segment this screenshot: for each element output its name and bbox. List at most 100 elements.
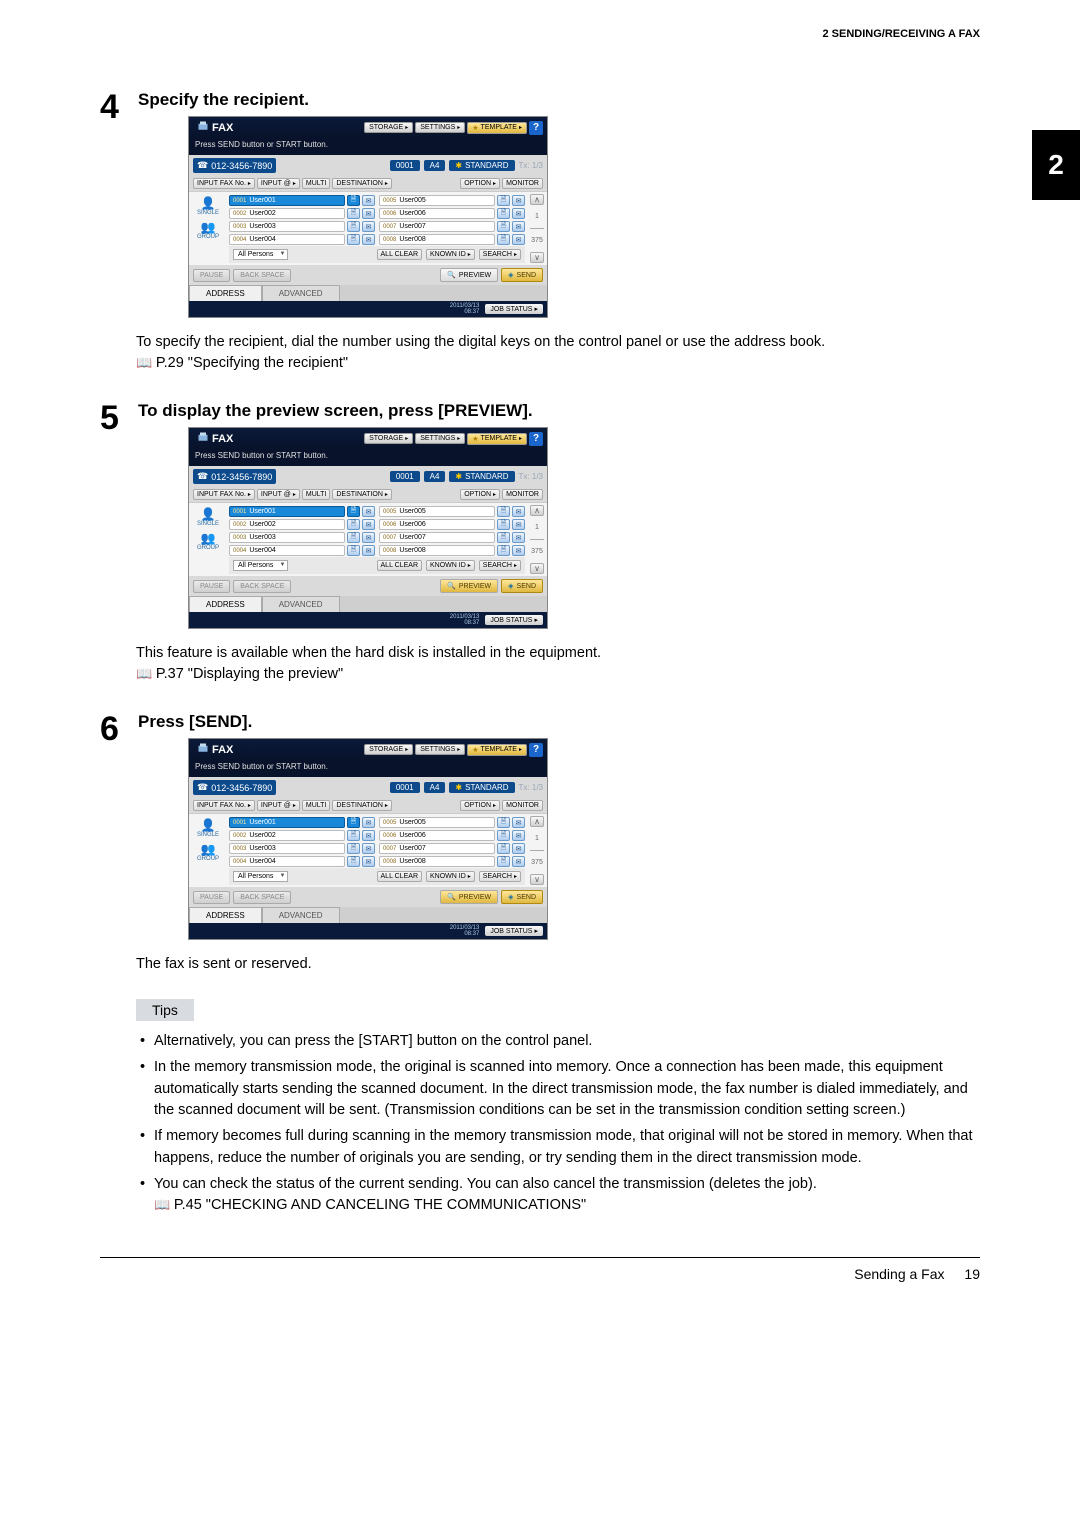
input-fax-no-button[interactable]: INPUT FAX No.▸: [193, 489, 255, 500]
mail-dest-icon[interactable]: ✉: [512, 195, 525, 206]
contact-item[interactable]: 0001User001: [229, 506, 345, 517]
destination-button[interactable]: DESTINATION▸: [332, 489, 392, 500]
contact-item[interactable]: 0006User006: [379, 519, 495, 530]
address-tab[interactable]: ADDRESS: [189, 907, 262, 923]
search-button[interactable]: SEARCH▸: [479, 249, 521, 260]
group-tab[interactable]: 👥GROUP: [197, 531, 219, 551]
fax-dest-icon[interactable]: 🗎: [347, 506, 360, 517]
mail-dest-icon[interactable]: ✉: [362, 195, 375, 206]
single-tab[interactable]: 👤SINGLE: [197, 507, 219, 527]
storage-button[interactable]: STORAGE▸: [364, 433, 413, 444]
help-button[interactable]: ?: [529, 121, 543, 135]
contact-item[interactable]: 0007User007: [379, 843, 495, 854]
input-at-button[interactable]: INPUT @▸: [257, 489, 300, 500]
send-button[interactable]: ◈ SEND: [501, 579, 543, 593]
all-clear-button[interactable]: ALL CLEAR: [377, 249, 422, 260]
mail-dest-icon[interactable]: ✉: [362, 856, 375, 867]
contact-item[interactable]: 0002User002: [229, 519, 345, 530]
mail-dest-icon[interactable]: ✉: [512, 532, 525, 543]
mail-dest-icon[interactable]: ✉: [362, 817, 375, 828]
contact-item[interactable]: 0001User001: [229, 195, 345, 206]
job-status-button[interactable]: JOB STATUS▸: [485, 926, 543, 936]
monitor-button[interactable]: MONITOR: [502, 800, 543, 811]
storage-button[interactable]: STORAGE▸: [364, 744, 413, 755]
mail-dest-icon[interactable]: ✉: [362, 221, 375, 232]
option-button[interactable]: OPTION▸: [460, 489, 500, 500]
help-button[interactable]: ?: [529, 432, 543, 446]
mail-dest-icon[interactable]: ✉: [512, 830, 525, 841]
contact-item[interactable]: 0005User005: [379, 817, 495, 828]
advanced-tab[interactable]: ADVANCED: [262, 285, 340, 301]
mail-dest-icon[interactable]: ✉: [512, 221, 525, 232]
mail-dest-icon[interactable]: ✉: [512, 856, 525, 867]
preview-button[interactable]: 🔍 PREVIEW: [440, 579, 498, 593]
group-tab[interactable]: 👥GROUP: [197, 220, 219, 240]
input-fax-no-button[interactable]: INPUT FAX No.▸: [193, 800, 255, 811]
contact-item[interactable]: 0004User004: [229, 234, 345, 245]
fax-dest-icon[interactable]: 🗎: [497, 234, 510, 245]
contact-item[interactable]: 0008User008: [379, 856, 495, 867]
input-at-button[interactable]: INPUT @▸: [257, 178, 300, 189]
preview-button[interactable]: 🔍 PREVIEW: [440, 268, 498, 282]
fax-dest-icon[interactable]: 🗎: [347, 545, 360, 556]
fax-dest-icon[interactable]: 🗎: [497, 817, 510, 828]
address-tab[interactable]: ADDRESS: [189, 596, 262, 612]
multi-button[interactable]: MULTI: [302, 489, 330, 500]
template-button[interactable]: ★TEMPLATE▸: [467, 433, 527, 445]
scroll-down-button[interactable]: ∨: [530, 252, 544, 263]
group-tab[interactable]: 👥GROUP: [197, 842, 219, 862]
contact-item[interactable]: 0007User007: [379, 532, 495, 543]
input-at-button[interactable]: INPUT @▸: [257, 800, 300, 811]
contact-item[interactable]: 0008User008: [379, 234, 495, 245]
fax-dest-icon[interactable]: 🗎: [497, 519, 510, 530]
scroll-up-button[interactable]: ∧: [530, 505, 544, 516]
fax-dest-icon[interactable]: 🗎: [347, 208, 360, 219]
backspace-button[interactable]: BACK SPACE: [233, 891, 291, 904]
send-button[interactable]: ◈ SEND: [501, 268, 543, 282]
contact-item[interactable]: 0004User004: [229, 856, 345, 867]
advanced-tab[interactable]: ADVANCED: [262, 596, 340, 612]
input-fax-no-button[interactable]: INPUT FAX No.▸: [193, 178, 255, 189]
contact-item[interactable]: 0005User005: [379, 506, 495, 517]
scroll-up-button[interactable]: ∧: [530, 816, 544, 827]
search-button[interactable]: SEARCH▸: [479, 871, 521, 882]
fax-dest-icon[interactable]: 🗎: [497, 221, 510, 232]
fax-dest-icon[interactable]: 🗎: [347, 195, 360, 206]
contact-item[interactable]: 0002User002: [229, 830, 345, 841]
pause-button[interactable]: PAUSE: [193, 580, 230, 593]
single-tab[interactable]: 👤SINGLE: [197, 196, 219, 216]
advanced-tab[interactable]: ADVANCED: [262, 907, 340, 923]
fax-dest-icon[interactable]: 🗎: [497, 843, 510, 854]
known-id-button[interactable]: KNOWN ID▸: [426, 249, 475, 260]
mail-dest-icon[interactable]: ✉: [362, 830, 375, 841]
destination-button[interactable]: DESTINATION▸: [332, 178, 392, 189]
fax-dest-icon[interactable]: 🗎: [347, 843, 360, 854]
destination-button[interactable]: DESTINATION▸: [332, 800, 392, 811]
mail-dest-icon[interactable]: ✉: [512, 208, 525, 219]
filter-dropdown[interactable]: All Persons: [233, 871, 288, 882]
known-id-button[interactable]: KNOWN ID▸: [426, 871, 475, 882]
backspace-button[interactable]: BACK SPACE: [233, 269, 291, 282]
contact-item[interactable]: 0006User006: [379, 208, 495, 219]
monitor-button[interactable]: MONITOR: [502, 178, 543, 189]
mail-dest-icon[interactable]: ✉: [362, 234, 375, 245]
search-button[interactable]: SEARCH▸: [479, 560, 521, 571]
template-button[interactable]: ★TEMPLATE▸: [467, 122, 527, 134]
job-status-button[interactable]: JOB STATUS▸: [485, 304, 543, 314]
contact-item[interactable]: 0007User007: [379, 221, 495, 232]
send-button[interactable]: ◈ SEND: [501, 890, 543, 904]
contact-item[interactable]: 0008User008: [379, 545, 495, 556]
preview-button[interactable]: 🔍 PREVIEW: [440, 890, 498, 904]
fax-dest-icon[interactable]: 🗎: [347, 532, 360, 543]
filter-dropdown[interactable]: All Persons: [233, 249, 288, 260]
mail-dest-icon[interactable]: ✉: [362, 545, 375, 556]
settings-button[interactable]: SETTINGS▸: [415, 744, 465, 755]
fax-dest-icon[interactable]: 🗎: [347, 856, 360, 867]
mail-dest-icon[interactable]: ✉: [362, 519, 375, 530]
contact-item[interactable]: 0003User003: [229, 532, 345, 543]
scroll-down-button[interactable]: ∨: [530, 563, 544, 574]
contact-item[interactable]: 0003User003: [229, 221, 345, 232]
pause-button[interactable]: PAUSE: [193, 891, 230, 904]
all-clear-button[interactable]: ALL CLEAR: [377, 560, 422, 571]
mail-dest-icon[interactable]: ✉: [512, 234, 525, 245]
